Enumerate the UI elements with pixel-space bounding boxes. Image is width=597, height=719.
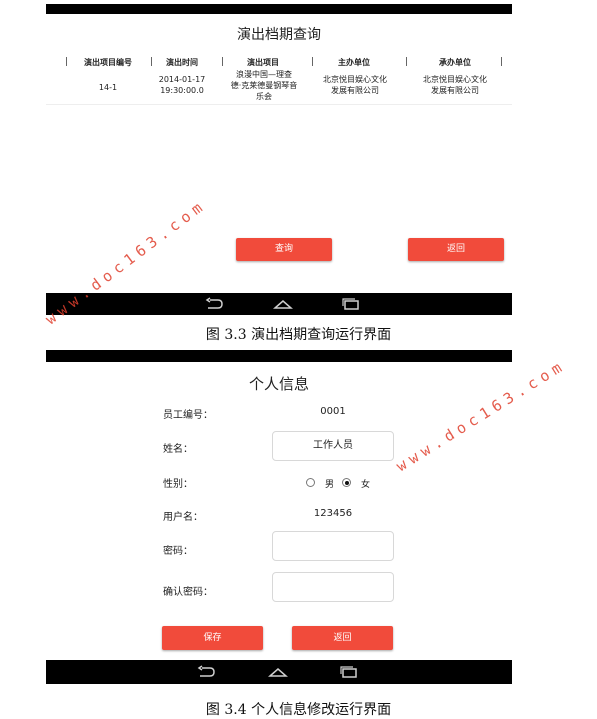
col-header-code: 演出项目编号 [84, 58, 132, 67]
row-divider [46, 104, 512, 105]
recents-nav-icon[interactable] [341, 297, 361, 311]
android-nav-bar-2 [46, 660, 512, 684]
col-separator: | [311, 57, 315, 67]
gender-label: 性别： [163, 479, 193, 490]
page-title-2: 个人信息 [248, 375, 309, 393]
back-button[interactable]: 返回 [408, 238, 504, 261]
figure-caption-2: 图 3.4 个人信息修改运行界面 [205, 702, 392, 718]
save-button[interactable]: 保存 [162, 626, 263, 650]
name-field[interactable]: 工作人员 [272, 431, 394, 461]
cell-organizer: 北京悦目娱心文化 发展有限公司 [323, 75, 387, 95]
home-nav-icon[interactable] [268, 665, 288, 679]
page-title: 演出档期查询 [237, 27, 321, 43]
back-button-2[interactable]: 返回 [292, 626, 393, 650]
col-separator: | [221, 57, 225, 67]
col-header-undertaker: 承办单位 [439, 58, 471, 67]
col-header-organizer: 主办单位 [338, 58, 370, 67]
cell-undertaker: 北京悦目娱心文化 发展有限公司 [423, 75, 487, 95]
password-field[interactable] [272, 531, 394, 561]
col-separator: | [65, 57, 69, 67]
confirm-password-field[interactable] [272, 572, 394, 602]
col-separator: | [500, 57, 504, 67]
employee-id-label: 员工编号： [163, 410, 213, 421]
back-nav-icon[interactable] [204, 297, 224, 311]
username-value: 123456 [313, 508, 353, 519]
gender-female-label: 女 [361, 480, 371, 490]
status-bar-top [46, 4, 512, 14]
employee-id-value: 0001 [320, 406, 346, 417]
cell-project: 浪漫中国—理查 德·克莱德曼钢琴音 乐会 [230, 70, 298, 101]
query-button[interactable]: 查询 [236, 238, 332, 261]
status-bar-top [46, 350, 512, 362]
cell-code: 14-1 [98, 83, 118, 92]
home-nav-icon[interactable] [273, 297, 293, 311]
col-header-time: 演出时间 [166, 58, 198, 67]
back-nav-icon[interactable] [196, 665, 216, 679]
gender-female-radio[interactable] [342, 478, 351, 487]
cell-time: 2014-01-17 19:30:00.0 [158, 75, 206, 95]
android-nav-bar [46, 293, 512, 315]
recents-nav-icon[interactable] [339, 665, 359, 679]
figure-caption-1: 图 3.3 演出档期查询运行界面 [205, 327, 392, 343]
gender-male-radio[interactable] [306, 478, 315, 487]
name-label: 姓名： [163, 444, 193, 455]
username-label: 用户名： [163, 512, 203, 523]
gender-male-label: 男 [325, 480, 335, 490]
password-label: 密码： [163, 546, 193, 557]
col-header-project: 演出项目 [247, 58, 279, 67]
col-separator: | [405, 57, 409, 67]
confirm-password-label: 确认密码： [163, 587, 213, 598]
